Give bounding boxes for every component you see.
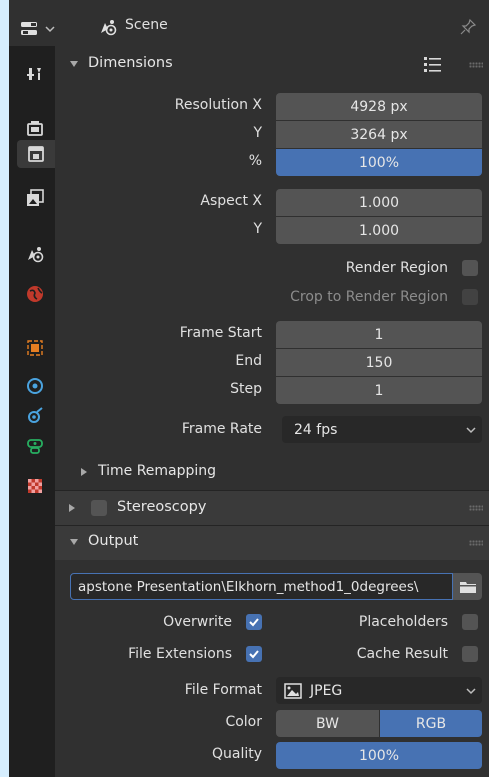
collapse-arrow-icon	[70, 61, 78, 67]
output-icon	[28, 146, 44, 162]
file-extensions-label: File Extensions	[128, 646, 232, 662]
drag-grip-icon[interactable]	[469, 62, 483, 68]
frame-rate-value: 24 fps	[294, 421, 338, 438]
editor-header	[9, 10, 489, 46]
placeholders-checkbox[interactable]	[462, 614, 478, 630]
tab-object[interactable]	[21, 334, 49, 362]
output-panel-header[interactable]: Output	[55, 526, 489, 560]
resolution-percent-slider[interactable]: 100%	[276, 149, 482, 176]
resolution-percent-label: %	[248, 153, 262, 169]
subpanel-title: Time Remapping	[98, 463, 217, 479]
frame-end-label: End	[235, 353, 262, 369]
render-region-checkbox[interactable]	[462, 260, 478, 276]
cache-result-checkbox[interactable]	[462, 646, 478, 662]
properties-editor-icon	[21, 22, 37, 35]
color-label: Color	[225, 714, 262, 730]
file-format-value: JPEG	[310, 682, 343, 699]
tab-render[interactable]	[21, 114, 49, 142]
drag-grip-icon[interactable]	[469, 505, 483, 511]
aspect-x-field[interactable]: 1.000	[276, 189, 482, 216]
overwrite-checkbox[interactable]	[246, 614, 262, 630]
expand-arrow-icon	[81, 468, 87, 476]
tab-texture[interactable]	[21, 472, 49, 500]
quality-slider[interactable]: 100%	[276, 742, 482, 769]
chevron-down-icon	[45, 26, 55, 33]
frame-start-label: Frame Start	[179, 325, 262, 341]
window-top-strip	[9, 0, 489, 10]
particles-icon	[28, 407, 43, 423]
chevron-down-icon	[466, 427, 476, 434]
drag-grip-icon[interactable]	[469, 540, 483, 546]
render-icon	[27, 121, 43, 136]
crop-render-region-label: Crop to Render Region	[290, 289, 448, 305]
frame-step-label: Step	[230, 381, 262, 397]
resolution-x-label: Resolution X	[174, 97, 262, 113]
aspect-y-label: Y	[253, 221, 262, 237]
chevron-down-icon	[466, 688, 476, 695]
cache-result-label: Cache Result	[356, 646, 448, 662]
frame-end-field[interactable]: 150	[276, 349, 482, 376]
panel-title: Stereoscopy	[117, 499, 207, 515]
file-format-label: File Format	[184, 682, 262, 698]
frame-start-field[interactable]: 1	[276, 321, 482, 348]
image-file-icon	[284, 682, 302, 699]
tab-scene[interactable]	[21, 240, 49, 268]
physics-icon	[27, 439, 43, 454]
time-remapping-subpanel-header[interactable]: Time Remapping	[55, 455, 489, 489]
frame-rate-dropdown[interactable]: 24 fps	[282, 416, 482, 443]
tab-tool[interactable]	[21, 60, 49, 88]
file-extensions-checkbox[interactable]	[246, 646, 262, 662]
stereoscopy-checkbox[interactable]	[91, 500, 107, 516]
overwrite-label: Overwrite	[163, 614, 232, 630]
frame-rate-label: Frame Rate	[181, 421, 262, 437]
tab-particles[interactable]	[21, 402, 49, 430]
resolution-y-field[interactable]: 3264 px	[276, 121, 482, 148]
view-layer-icon	[27, 189, 44, 206]
scene-icon	[101, 20, 117, 36]
frame-step-field[interactable]: 1	[276, 377, 482, 404]
scene-name: Scene	[125, 17, 168, 33]
tab-output[interactable]	[17, 140, 55, 168]
presets-list-icon[interactable]	[423, 55, 443, 73]
editor-type-button[interactable]	[20, 18, 62, 40]
folder-icon	[459, 581, 476, 593]
texture-icon	[28, 479, 42, 493]
world-icon	[27, 286, 43, 302]
output-path-value: apstone Presentation\Elkhorn_method1_0de…	[78, 578, 419, 595]
dimensions-panel-header[interactable]: Dimensions	[55, 48, 489, 82]
tab-view-layer[interactable]	[21, 184, 49, 212]
placeholders-label: Placeholders	[358, 614, 448, 630]
file-format-dropdown[interactable]: JPEG	[276, 677, 482, 704]
output-path-input[interactable]: apstone Presentation\Elkhorn_method1_0de…	[70, 573, 453, 600]
pin-icon[interactable]	[459, 18, 477, 36]
object-icon	[27, 340, 43, 356]
tab-physics[interactable]	[21, 432, 49, 460]
tool-icon	[27, 68, 41, 80]
checkmark-icon	[249, 650, 259, 659]
scene-icon	[28, 247, 44, 263]
checkmark-icon	[249, 618, 259, 627]
properties-tab-bar	[9, 46, 55, 777]
tab-modifier[interactable]	[21, 372, 49, 400]
resolution-y-label: Y	[253, 125, 262, 141]
quality-label: Quality	[211, 746, 262, 762]
panel-title: Dimensions	[88, 55, 173, 71]
tab-world[interactable]	[21, 280, 49, 308]
aspect-x-label: Aspect X	[200, 193, 262, 209]
color-bw-option[interactable]: BW	[276, 710, 379, 737]
panel-title: Output	[88, 533, 139, 549]
expand-arrow-icon	[69, 504, 75, 512]
collapse-arrow-icon	[70, 539, 78, 545]
aspect-y-field[interactable]: 1.000	[276, 217, 482, 244]
stereoscopy-panel-header[interactable]: Stereoscopy	[55, 491, 489, 525]
crop-render-region-checkbox[interactable]	[462, 289, 478, 305]
resolution-x-field[interactable]: 4928 px	[276, 93, 482, 120]
color-rgb-option[interactable]: RGB	[380, 710, 482, 737]
browse-folder-button[interactable]	[453, 573, 482, 600]
modifier-icon	[27, 378, 43, 394]
render-region-label: Render Region	[345, 260, 448, 276]
